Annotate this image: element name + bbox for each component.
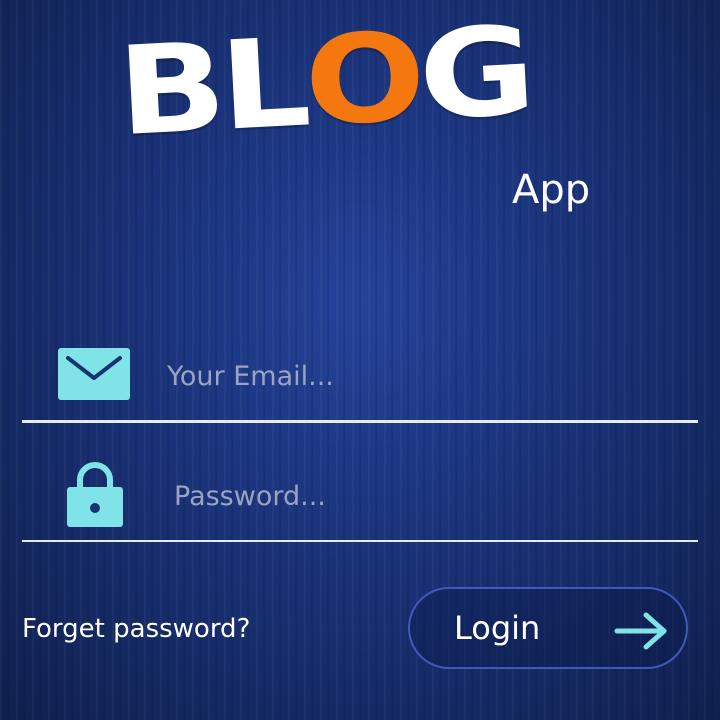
logo-letter-o: O: [303, 7, 420, 153]
password-field-row: [22, 458, 698, 542]
forget-password-link[interactable]: Forget password?: [22, 611, 250, 647]
password-input[interactable]: [174, 476, 644, 516]
logo-text-start: BL: [114, 11, 309, 164]
logo-wordmark: BLOG: [114, 0, 533, 163]
blog-logo: BLOG: [114, 0, 618, 168]
lock-icon: [65, 461, 125, 531]
logo-text-end: G: [415, 0, 534, 148]
envelope-icon: [58, 348, 130, 404]
login-button[interactable]: Login: [408, 587, 688, 669]
login-button-label: Login: [454, 609, 541, 647]
email-field-row: [22, 340, 698, 423]
app-subtitle: App: [512, 167, 591, 213]
arrow-right-icon: [614, 611, 670, 655]
email-input[interactable]: [167, 356, 637, 396]
